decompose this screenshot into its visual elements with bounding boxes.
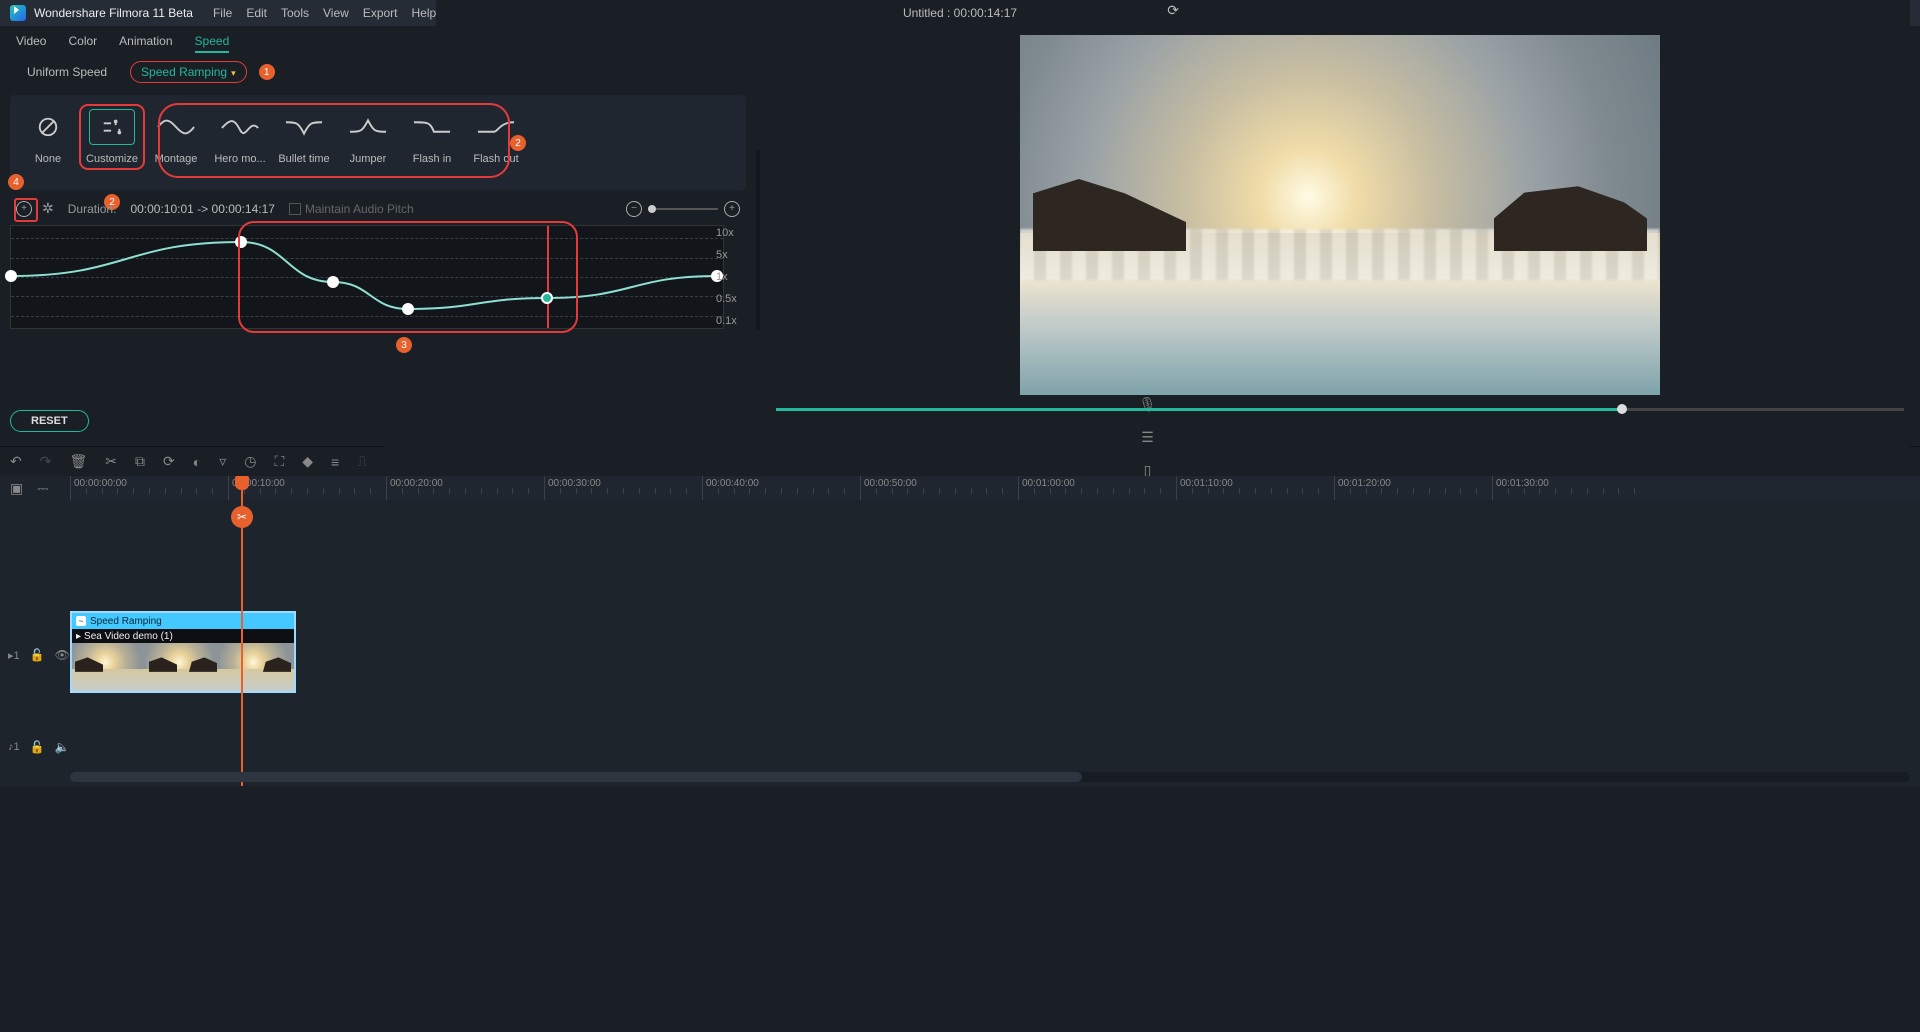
annotation-group-2 [158, 103, 510, 178]
timeline-ruler[interactable]: 00:00:00:00 00:00:10:00 00:00:20:00 00:00:3… [70, 476, 1920, 500]
preset-row: None Customize 2 Montage Hero mo... [10, 95, 746, 190]
video-track-gutter: ▸1 🔓 👁 [0, 648, 70, 662]
maintain-pitch-checkbox[interactable] [289, 203, 301, 215]
track-collapse-icon[interactable]: ▣ [10, 480, 23, 497]
graph-zoom-out-button[interactable]: − [626, 201, 642, 217]
ytick: 1x [716, 271, 746, 283]
ruler-tick: 00:00:10:00 [228, 476, 229, 500]
tab-animation[interactable]: Animation [119, 34, 172, 53]
tab-speed[interactable]: Speed [195, 34, 230, 53]
clock-button[interactable]: ◷ [244, 453, 256, 470]
ruler-tick: 00:00:40:00 [702, 476, 703, 500]
ruler-tick: 00:01:20:00 [1334, 476, 1335, 500]
menu-edit[interactable]: Edit [246, 6, 267, 20]
support-icon[interactable]: ⟳ [1167, 2, 1179, 19]
menu-view[interactable]: View [323, 6, 349, 20]
speed-graph[interactable]: 10x 5x 1x 0.5x 0.1x 3 [10, 225, 746, 335]
speed-ramping-button[interactable]: Speed Ramping▾ [130, 61, 247, 83]
adjust-button[interactable]: ≡ [331, 454, 339, 470]
video-lock-icon[interactable]: 🔓 [30, 648, 45, 662]
duration-bar: 4 + ✲ Duration: 00:00:10:01 -> 00:00:14:… [10, 196, 746, 221]
ruler-tick: 00:00:00:00 [70, 476, 71, 500]
speed-keyframe[interactable] [5, 270, 17, 282]
magnet-icon[interactable]: ⎓ [37, 480, 48, 497]
audio-button[interactable]: ⎍ [357, 453, 367, 470]
freeze-frame-icon[interactable]: ✲ [42, 200, 54, 217]
audio-track-gutter: ♪1 🔓 🔈 [0, 740, 70, 754]
crop-button[interactable]: ⧉ [135, 453, 145, 470]
duration-from: 00:00:10:01 [130, 202, 193, 216]
keyframe-button[interactable]: ◆ [302, 453, 313, 470]
timeline: ▣ ⎓ 00:00:00:0000:00:10:0000:00:20:0000:… [0, 476, 1920, 786]
tab-color[interactable]: Color [68, 34, 97, 53]
ytick: 0.1x [716, 315, 746, 327]
ytick: 5x [716, 249, 746, 261]
uniform-speed-button[interactable]: Uniform Speed [16, 61, 118, 83]
graph-zoom-slider[interactable] [648, 208, 718, 210]
marker-button[interactable]: ▿ [219, 453, 226, 470]
ruler-tick: 00:01:10:00 [1176, 476, 1177, 500]
tab-video[interactable]: Video [16, 34, 46, 53]
playhead-scissor-icon[interactable]: ✂ [231, 506, 253, 528]
preview-progress[interactable] [776, 404, 1904, 414]
timeline-clip[interactable]: ~ Speed Ramping ▸Sea Video demo (1) [70, 611, 296, 693]
project-title: Untitled : 00:00:14:17 [903, 6, 1017, 20]
ramping-badge-icon: ~ [76, 616, 86, 626]
annotation-4: 4 [8, 174, 24, 190]
annotation-2b: 2 [510, 135, 526, 151]
speed-subnav: Uniform Speed Speed Ramping▾ 1 [10, 61, 746, 83]
menu-tools[interactable]: Tools [281, 6, 309, 20]
preset-customize[interactable]: Customize 2 [84, 109, 140, 165]
annotation-box-3 [238, 221, 578, 333]
split-button[interactable]: ✂ [105, 453, 117, 470]
menu-file[interactable]: File [213, 6, 232, 20]
chevron-down-icon: ▾ [231, 68, 236, 78]
ruler-tick: 00:00:20:00 [386, 476, 387, 500]
redo-button[interactable]: ↷ [40, 453, 52, 470]
annotation-box-4 [14, 198, 38, 222]
ytick: 0.5x [716, 293, 746, 305]
audio-lock-icon[interactable]: 🔓 [30, 740, 45, 754]
timeline-hscroll[interactable] [70, 772, 1910, 782]
graph-zoom-in-button[interactable]: + [724, 201, 740, 217]
mixer-icon[interactable]: ☰ [1141, 429, 1154, 446]
speed-button[interactable]: ⟳ [163, 453, 175, 470]
menubar: File Edit Tools View Export Help [213, 6, 436, 20]
maintain-pitch-label: Maintain Audio Pitch [305, 202, 414, 216]
ytick: 10x [716, 227, 746, 239]
preview-canvas[interactable] [1020, 35, 1660, 395]
app-logo-icon [10, 5, 26, 21]
timeline-playhead[interactable]: ✂ [241, 476, 243, 786]
duration-to: 00:00:14:17 [212, 202, 275, 216]
clip-title: Sea Video demo (1) [84, 631, 173, 642]
ruler-tick: 00:01:30:00 [1492, 476, 1493, 500]
delete-button[interactable]: 🗑 [69, 453, 87, 470]
preview-panel: ◂▮ ▮▸ ▶ ■ { } 00:00:11:01 Full ▭ ⦿ 🔊 ⛶ [760, 26, 1920, 446]
clip-play-icon: ▸ [76, 631, 81, 642]
ruler-tick: 00:01:00:00 [1018, 476, 1019, 500]
app-name: Wondershare Filmora 11 Beta [34, 6, 193, 20]
annotation-3: 3 [396, 337, 412, 353]
annotation-1: 1 [259, 64, 275, 80]
titlebar: Wondershare Filmora 11 Beta File Edit To… [0, 0, 1920, 26]
audio-mute-icon[interactable]: 🔈 [55, 740, 70, 754]
expand-button[interactable]: ⛶ [274, 453, 284, 470]
menu-help[interactable]: Help [412, 6, 437, 20]
ruler-tick: 00:00:50:00 [860, 476, 861, 500]
reset-button[interactable]: RESET [10, 410, 89, 432]
undo-button[interactable]: ↶ [10, 453, 22, 470]
ruler-tick: 00:00:30:00 [544, 476, 545, 500]
video-eye-icon[interactable]: 👁 [55, 648, 70, 662]
clip-header-label: Speed Ramping [90, 616, 162, 627]
timeline-toolbar: ↶ ↷ 🗑 ✂ ⧉ ⟳ ◐ ▿ ◷ ⛶ ◆ ≡ ⎍ ✺ ⬚ 🎙 ☰ ▯ − + [0, 446, 1920, 476]
menu-export[interactable]: Export [363, 6, 398, 20]
duration-label: Duration: [68, 202, 117, 216]
color-button[interactable]: ◐ [193, 454, 201, 470]
preset-none[interactable]: None [20, 109, 76, 165]
